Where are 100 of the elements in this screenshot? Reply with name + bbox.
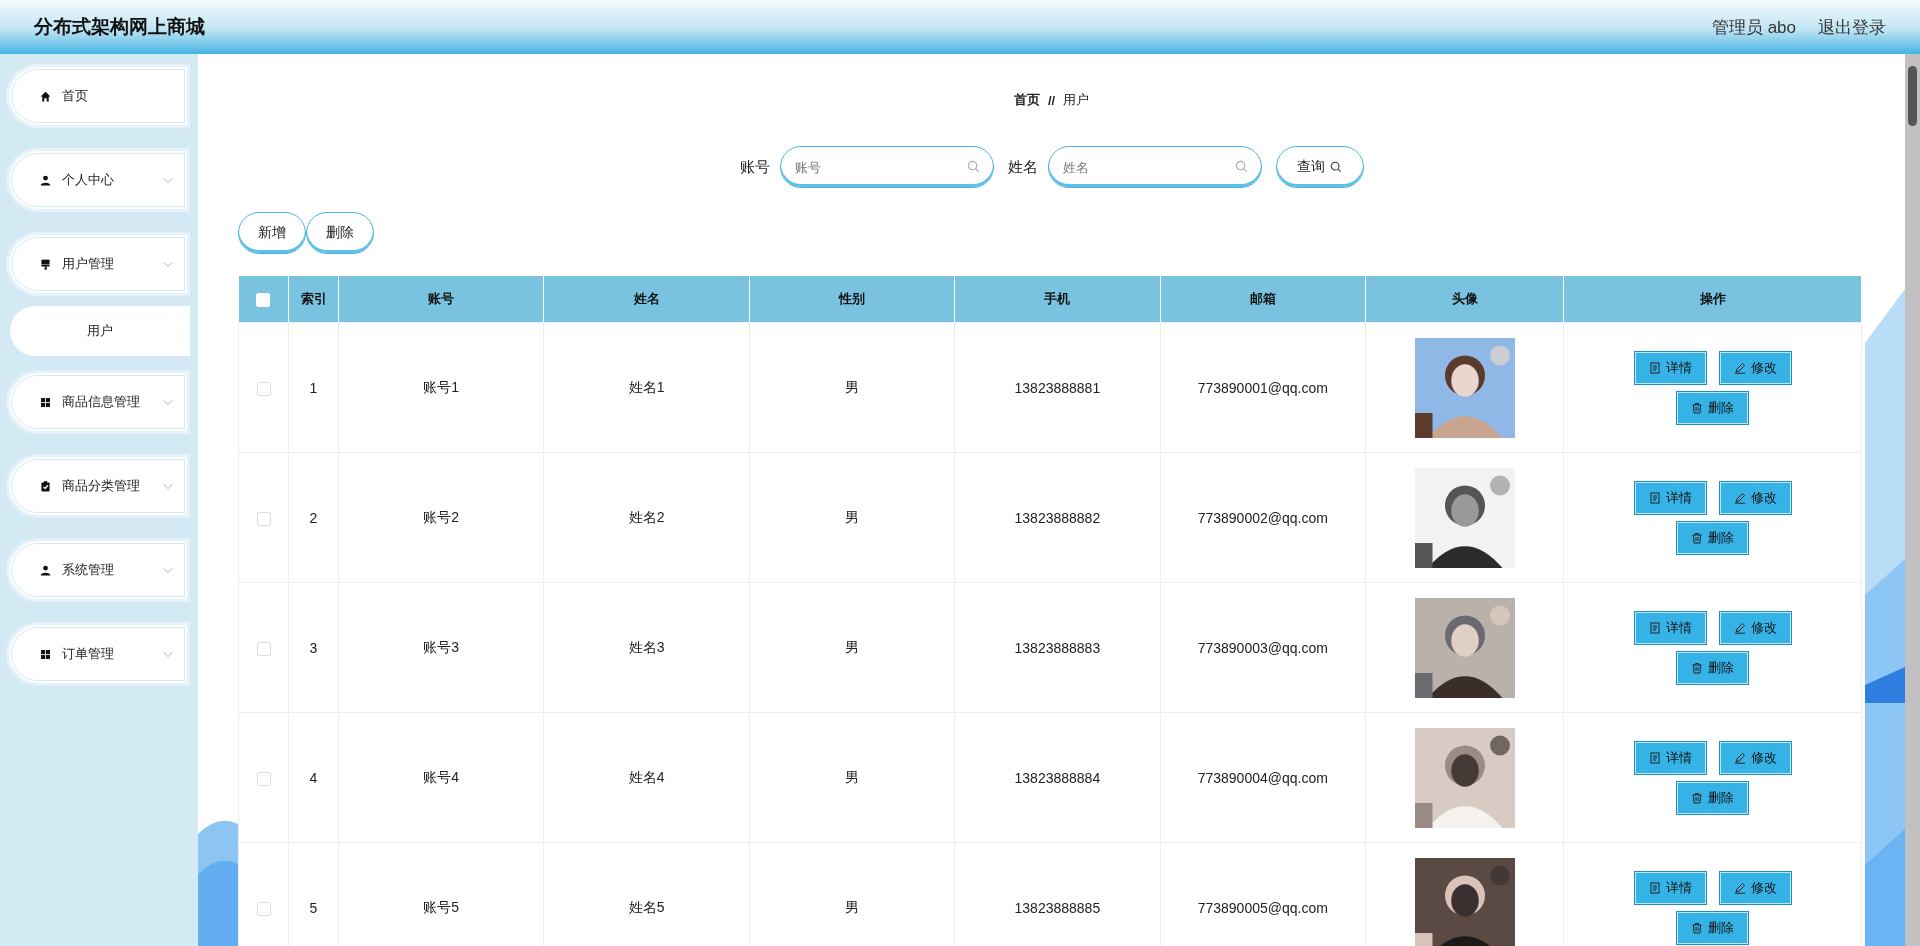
delete-button[interactable]: 删除 <box>1676 520 1749 555</box>
edit-button[interactable]: 修改 <box>1718 350 1792 385</box>
site-title: 分布式架构网上商城 <box>34 15 205 39</box>
table-cell: 男 <box>749 452 955 583</box>
table-cell: 2 <box>288 452 339 583</box>
table-cell: 13823888884 <box>954 712 1161 843</box>
pin-icon <box>39 257 52 271</box>
trash-icon <box>1691 921 1703 934</box>
table-cell: 3 <box>288 582 339 713</box>
person-icon <box>39 173 52 187</box>
table-cell: 账号3 <box>338 582 544 713</box>
add-button[interactable]: 新增 <box>238 212 306 254</box>
table-cell: 4 <box>288 712 339 843</box>
document-icon <box>1648 491 1661 504</box>
table-cell: 773890005@qq.com <box>1160 842 1366 946</box>
row-checkbox[interactable] <box>256 381 271 396</box>
edit-button[interactable]: 修改 <box>1718 740 1792 775</box>
sidebar-item[interactable]: 订单管理 <box>6 622 190 686</box>
row-checkbox[interactable] <box>256 771 271 786</box>
sidebar-item[interactable]: 个人中心 <box>6 148 190 212</box>
detail-button[interactable]: 详情 <box>1633 870 1707 905</box>
table-cell: 姓名1 <box>543 322 750 453</box>
delete-button[interactable]: 删除 <box>1676 910 1749 945</box>
table-cell: 男 <box>749 712 955 843</box>
delete-button[interactable]: 删除 <box>1676 650 1749 685</box>
table-cell: 5 <box>288 842 339 946</box>
pencil-icon <box>1733 881 1746 894</box>
table-cell: 773890002@qq.com <box>1160 452 1366 583</box>
sidebar-item[interactable]: 商品信息管理 <box>6 370 190 434</box>
chevron-down-icon <box>163 176 173 184</box>
table-cell: 男 <box>749 582 955 713</box>
column-header: 姓名 <box>543 276 750 323</box>
chevron-down-icon <box>163 260 173 268</box>
trash-icon <box>1691 661 1703 674</box>
logout-link[interactable]: 退出登录 <box>1818 15 1886 39</box>
clipboard-icon <box>39 479 52 493</box>
search-icon <box>1234 160 1248 173</box>
delete-button[interactable]: 删除 <box>1676 780 1749 815</box>
edit-button[interactable]: 修改 <box>1718 480 1792 515</box>
delete-button[interactable]: 删除 <box>1676 390 1749 425</box>
submenu-item[interactable]: 用户 <box>10 306 190 356</box>
scrollbar[interactable] <box>1905 54 1920 946</box>
chevron-down-icon <box>163 482 173 490</box>
breadcrumb-item: // <box>1047 92 1056 108</box>
sidebar-item[interactable]: 用户管理 <box>6 232 190 296</box>
table-cell: 男 <box>749 842 955 946</box>
chevron-down-icon <box>163 566 173 574</box>
query-button[interactable]: 查询 <box>1275 146 1364 188</box>
table-cell: 13823888885 <box>954 842 1161 946</box>
row-checkbox[interactable] <box>256 901 271 916</box>
column-header: 邮箱 <box>1160 276 1366 323</box>
table-cell: 13823888881 <box>954 322 1161 453</box>
table-cell: 账号4 <box>338 712 544 843</box>
table-cell: 1 <box>288 322 339 453</box>
delete-button[interactable]: 删除 <box>306 212 374 254</box>
document-icon <box>1648 751 1661 764</box>
breadcrumb-item: 用户 <box>1063 91 1090 109</box>
trash-icon <box>1691 791 1703 804</box>
table-cell: 姓名2 <box>543 452 750 583</box>
detail-button[interactable]: 详情 <box>1633 740 1707 775</box>
pencil-icon <box>1733 361 1746 374</box>
document-icon <box>1648 621 1661 634</box>
column-header: 头像 <box>1365 276 1564 323</box>
breadcrumb-item[interactable]: 首页 <box>1013 91 1040 109</box>
search-icon <box>1330 161 1342 173</box>
column-header: 索引 <box>288 276 339 323</box>
row-checkbox[interactable] <box>256 511 271 526</box>
column-header: 性别 <box>749 276 955 323</box>
table-cell: 773890003@qq.com <box>1160 582 1366 713</box>
pencil-icon <box>1733 491 1746 504</box>
grid-icon <box>39 395 52 409</box>
document-icon <box>1648 881 1661 894</box>
table-cell: 773890001@qq.com <box>1160 322 1366 453</box>
search-field[interactable]: 姓名 <box>1047 146 1262 188</box>
edit-button[interactable]: 修改 <box>1718 870 1792 905</box>
detail-button[interactable]: 详情 <box>1633 610 1707 645</box>
table-cell: 账号1 <box>338 322 544 453</box>
table-cell: 13823888883 <box>954 582 1161 713</box>
field-label: 账号 <box>739 157 770 177</box>
row-checkbox[interactable] <box>256 641 271 656</box>
pencil-icon <box>1733 621 1746 634</box>
column-header: 手机 <box>954 276 1161 323</box>
sidebar-item[interactable]: 系统管理 <box>6 538 190 602</box>
edit-button[interactable]: 修改 <box>1718 610 1792 645</box>
sidebar-item[interactable]: 首页 <box>6 64 190 128</box>
table-cell: 姓名5 <box>543 842 750 946</box>
detail-button[interactable]: 详情 <box>1633 350 1707 385</box>
sidebar-item[interactable]: 商品分类管理 <box>6 454 190 518</box>
column-header: 操作 <box>1563 276 1862 323</box>
search-field[interactable]: 账号 <box>779 146 994 188</box>
trash-icon <box>1691 401 1703 414</box>
pencil-icon <box>1733 751 1746 764</box>
home-icon <box>39 89 52 103</box>
table-cell: 13823888882 <box>954 452 1161 583</box>
table-cell: 姓名3 <box>543 582 750 713</box>
select-all-checkbox[interactable] <box>256 292 271 307</box>
detail-button[interactable]: 详情 <box>1633 480 1707 515</box>
table-cell: 姓名4 <box>543 712 750 843</box>
chevron-down-icon <box>163 398 173 406</box>
table-cell: 男 <box>749 322 955 453</box>
